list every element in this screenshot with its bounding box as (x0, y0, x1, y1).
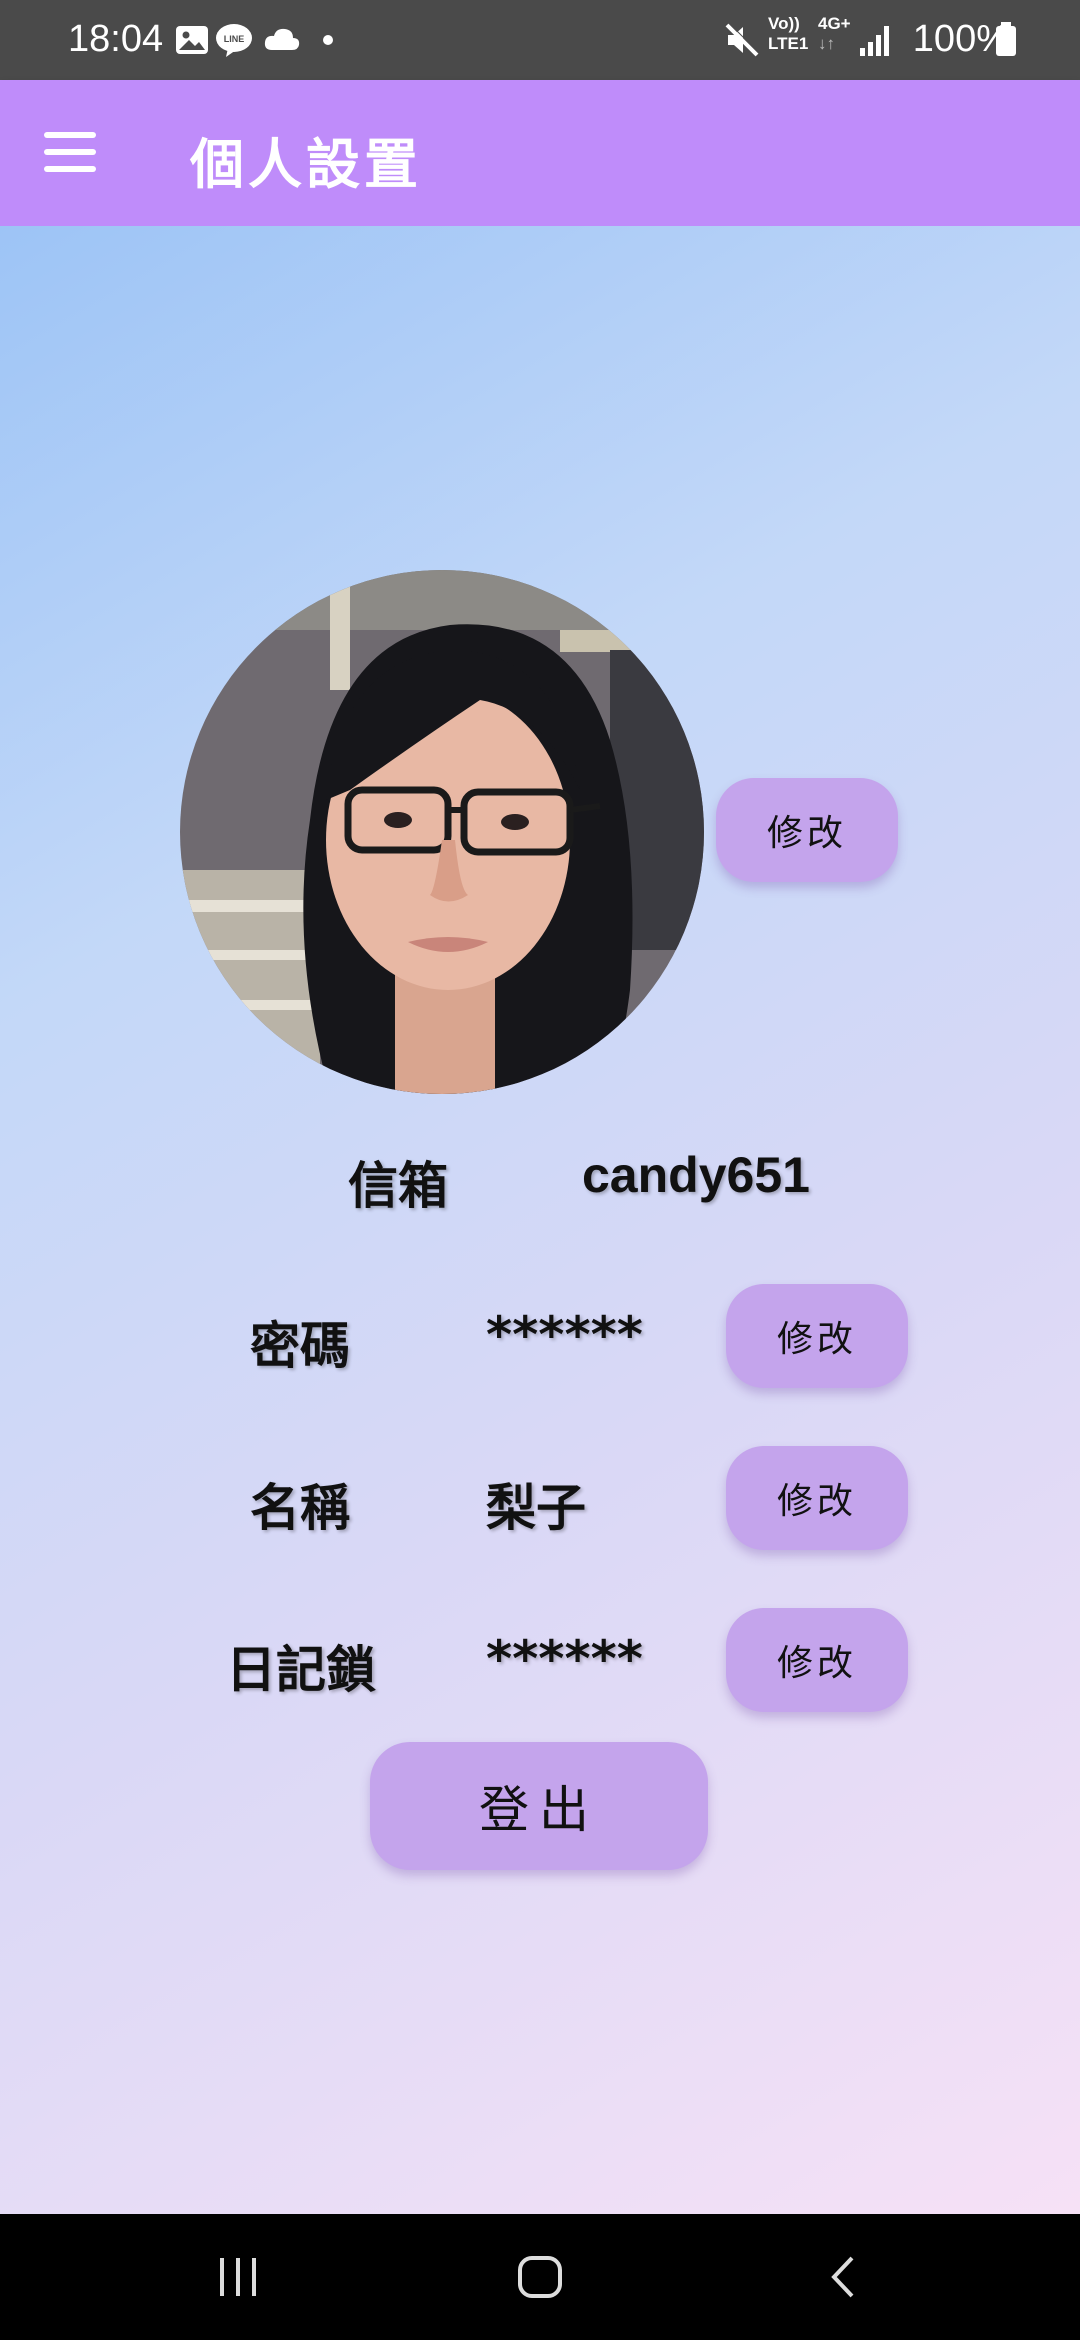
home-icon[interactable] (514, 2252, 566, 2302)
status-bar: 18:04 LINE Vo)) LTE1 4G+ ↓↑ 100% (0, 0, 1080, 80)
volte-label: Vo)) (768, 14, 800, 33)
status-time: 18:04 (68, 18, 164, 60)
profile-avatar (180, 570, 704, 1094)
recent-apps-icon[interactable] (214, 2252, 262, 2302)
page-title: 個人設置 (190, 133, 422, 196)
back-icon[interactable] (824, 2252, 864, 2302)
name-value: 梨子 (486, 1479, 586, 1537)
email-label: 信箱 (348, 1157, 448, 1215)
gallery-icon (176, 26, 208, 54)
lte-label: LTE1 (768, 34, 809, 53)
diary-lock-value: ****** (486, 1630, 643, 1688)
edit-name-button[interactable]: 修改 (726, 1446, 908, 1550)
cloud-icon (264, 28, 300, 50)
password-value: ****** (486, 1306, 643, 1364)
profile-content: 修改 信箱 candy651 密碼 ****** 修改 名稱 梨子 修改 日記鎖… (0, 226, 1080, 2214)
network-type-label: 4G+ (818, 14, 851, 33)
logout-button[interactable]: 登出 (370, 1742, 708, 1870)
app-bar: 個人設置 (0, 80, 1080, 226)
edit-avatar-button[interactable]: 修改 (716, 778, 898, 882)
line-app-icon: LINE (216, 24, 252, 57)
network-label: Vo)) LTE1 (768, 14, 808, 54)
system-nav-bar (0, 2214, 1080, 2340)
email-value: candy651 (582, 1147, 810, 1203)
dot-icon (323, 35, 333, 45)
data-arrows: ↓↑ (818, 34, 835, 53)
mute-icon (725, 22, 760, 57)
password-label: 密碼 (250, 1317, 350, 1375)
diary-lock-label: 日記鎖 (226, 1641, 376, 1699)
svg-text:LINE: LINE (224, 34, 245, 44)
hamburger-menu-icon[interactable] (44, 132, 104, 178)
signal-icon (860, 26, 889, 56)
edit-diary-lock-button[interactable]: 修改 (726, 1608, 908, 1712)
network-type: 4G+ ↓↑ (818, 14, 851, 54)
battery-icon (996, 22, 1016, 56)
name-label: 名稱 (250, 1479, 350, 1537)
edit-password-button[interactable]: 修改 (726, 1284, 908, 1388)
